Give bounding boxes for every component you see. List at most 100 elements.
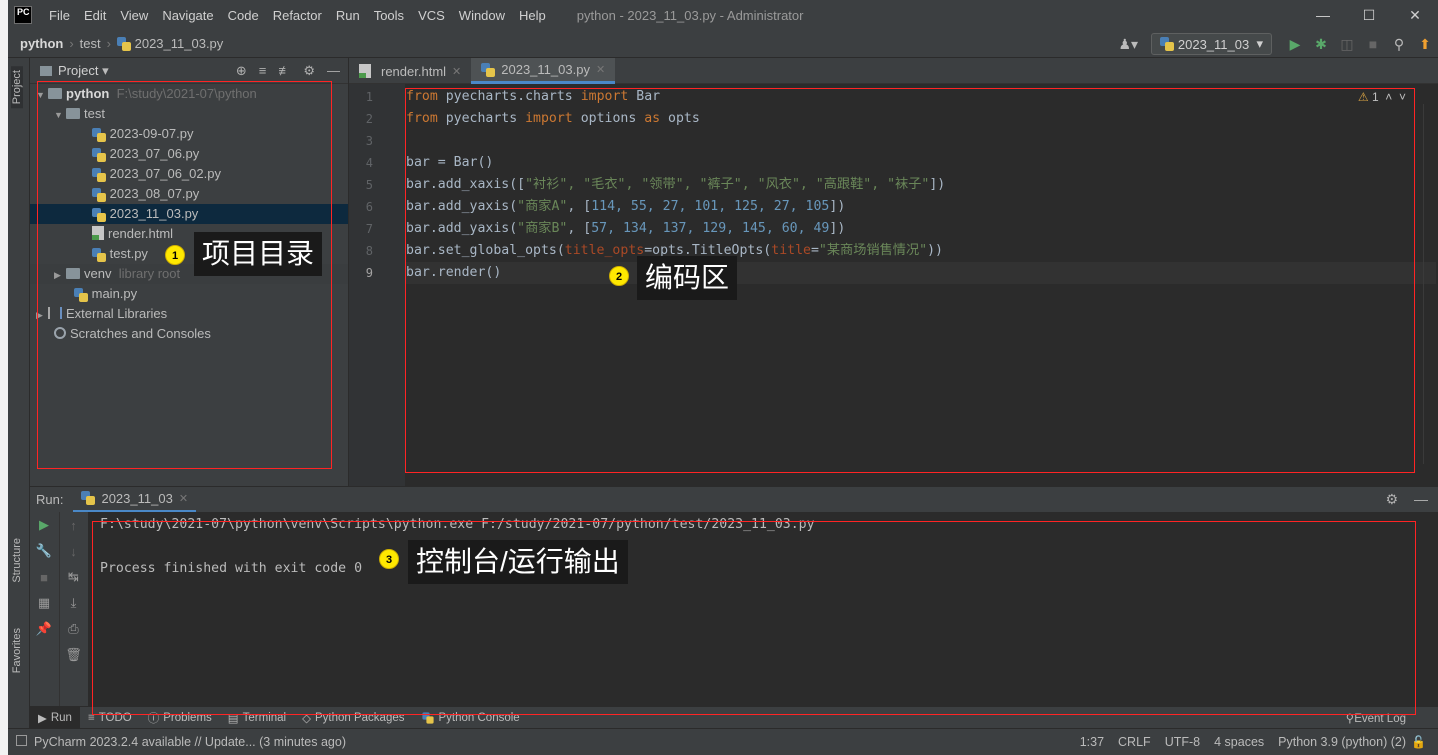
chevron-up-icon[interactable]: ˄	[1385, 90, 1392, 104]
soft-wrap-icon[interactable]: ↹	[60, 564, 87, 590]
tab-project[interactable]: Project	[11, 66, 23, 109]
run-console[interactable]: F:\study\2021-07\python\venv\Scripts\pyt…	[88, 512, 1438, 706]
tree-item-file[interactable]: 2023_08_07.py	[30, 184, 348, 204]
chevron-down-icon[interactable]: ˅	[1399, 90, 1406, 104]
tree-item-file-selected[interactable]: 2023_11_03.py	[30, 204, 348, 224]
chevron-down-icon[interactable]: ▾	[102, 63, 109, 79]
menu-code[interactable]: Code	[221, 8, 266, 23]
indent-setting[interactable]: 4 spaces	[1214, 735, 1264, 749]
menu-edit[interactable]: Edit	[77, 8, 113, 23]
tree-item-root[interactable]: ▼ python F:\study\2021-07\python	[30, 84, 348, 104]
status-bar: PyCharm 2023.2.4 available // Update... …	[8, 728, 1438, 755]
menu-vcs[interactable]: VCS	[411, 8, 452, 23]
code-editor[interactable]: 1 2 3 4 5 6 7 8 9 from pyecharts.charts …	[349, 84, 1438, 486]
layout-icon[interactable]: ▦	[30, 590, 58, 616]
tab-structure[interactable]: Structure	[11, 538, 23, 583]
tab-favorites[interactable]: Favorites	[11, 628, 23, 673]
coverage-icon[interactable]: ◫	[1334, 36, 1360, 53]
user-icon[interactable]: ♟▾	[1115, 36, 1141, 53]
tree-item-file[interactable]: 2023_07_06.py	[30, 144, 348, 164]
run-icon[interactable]: ▶	[1282, 36, 1308, 53]
search-icon[interactable]: ⚲	[1386, 36, 1412, 53]
chevron-down-icon[interactable]: ▼	[54, 105, 66, 125]
layout-toggle-icon[interactable]	[16, 735, 27, 746]
maximize-icon[interactable]: ☐	[1346, 0, 1392, 30]
hide-icon[interactable]: —	[327, 63, 340, 79]
run-tab[interactable]: 2023_11_03 ✕	[73, 487, 197, 513]
close-icon[interactable]: ✕	[179, 492, 188, 505]
menu-refactor[interactable]: Refactor	[266, 8, 329, 23]
locate-icon[interactable]: ⊕	[236, 63, 247, 79]
stop-icon[interactable]: ■	[1360, 36, 1386, 52]
print-icon[interactable]: ⎙	[60, 616, 87, 642]
arrow-up-icon[interactable]: ↑	[60, 512, 87, 538]
project-panel-title[interactable]: Project	[58, 63, 98, 78]
tab-2023-11-03[interactable]: 2023_11_03.py ✕	[471, 58, 616, 84]
collapse-all-icon[interactable]: ≢	[278, 63, 291, 79]
breadcrumb-root[interactable]: python	[20, 36, 63, 51]
expand-all-icon[interactable]: ≡	[259, 63, 267, 79]
breadcrumb-file[interactable]: 2023_11_03.py	[135, 36, 224, 51]
rerun-icon[interactable]: ▶	[30, 512, 58, 538]
run-configuration-select[interactable]: 2023_11_03 ▾	[1151, 33, 1272, 55]
event-log-button[interactable]: ⚲Event Log	[1346, 711, 1438, 725]
code-area[interactable]: from pyecharts.charts import Bar from py…	[406, 84, 1436, 486]
gear-icon[interactable]: ⚙	[1385, 491, 1398, 508]
tab-run[interactable]: ▶ Run	[30, 706, 80, 729]
code-text: pyecharts.charts	[437, 89, 581, 104]
trash-icon[interactable]: 🗑	[60, 642, 87, 668]
tab-todo[interactable]: ≡ TODO	[80, 712, 140, 724]
tree-item-file[interactable]: 2023-09-07.py	[30, 124, 348, 144]
tab-python-console[interactable]: Python Console	[413, 711, 528, 725]
menu-file[interactable]: File	[42, 8, 77, 23]
code-line: bar.add_yaxis("商家A", [114, 55, 27, 101, …	[406, 196, 845, 218]
update-icon[interactable]: ⬆	[1412, 36, 1438, 53]
tree-item-file[interactable]: 2023_07_06_02.py	[30, 164, 348, 184]
status-message[interactable]: PyCharm 2023.2.4 available // Update... …	[34, 735, 346, 749]
tab-terminal[interactable]: ▤ Terminal	[220, 711, 294, 725]
chevron-right-icon[interactable]: ▶	[54, 265, 66, 285]
line-separator[interactable]: CRLF	[1118, 735, 1151, 749]
code-line: bar.add_xaxis(["衬衫", "毛衣", "领带", "裤子", "…	[406, 174, 945, 196]
tree-item-scratches[interactable]: Scratches and Consoles	[30, 324, 348, 344]
menu-help[interactable]: Help	[512, 8, 553, 23]
tree-item-external-libraries[interactable]: ▶ External Libraries	[30, 304, 348, 324]
hide-icon[interactable]: —	[1414, 491, 1428, 508]
tab-problems[interactable]: ⓘ Problems	[140, 710, 220, 726]
chevron-down-icon[interactable]: ▼	[36, 85, 48, 105]
file-label: main.py	[91, 286, 138, 301]
lock-icon[interactable]: 🔓	[1411, 735, 1426, 749]
close-icon[interactable]: ✕	[1392, 0, 1438, 30]
breadcrumb-folder[interactable]: test	[80, 36, 101, 51]
list-icon: ≡	[87, 711, 95, 724]
chevron-right-icon[interactable]: ▶	[36, 305, 48, 325]
close-icon[interactable]: ✕	[596, 63, 605, 76]
folder-label: test	[84, 106, 105, 121]
pin-icon[interactable]: 📌	[30, 616, 58, 642]
scroll-to-end-icon[interactable]: ⤓	[60, 590, 87, 616]
menu-navigate[interactable]: Navigate	[155, 8, 220, 23]
arrow-down-icon[interactable]: ↓	[60, 538, 87, 564]
tree-item-test[interactable]: ▼ test	[30, 104, 348, 124]
python-file-icon	[481, 62, 496, 77]
tree-item-file[interactable]: main.py	[30, 284, 348, 304]
gear-icon[interactable]: ⚙	[303, 63, 315, 79]
menu-tools[interactable]: Tools	[367, 8, 411, 23]
menu-run[interactable]: Run	[329, 8, 367, 23]
menu-view[interactable]: View	[113, 8, 155, 23]
menu-window[interactable]: Window	[452, 8, 512, 23]
code-text: bar.add_xaxis([	[406, 177, 526, 192]
caret-position[interactable]: 1:37	[1080, 735, 1104, 749]
wrench-icon[interactable]: 🔧	[30, 538, 58, 564]
file-encoding[interactable]: UTF-8	[1165, 735, 1200, 749]
stop-icon[interactable]: ■	[30, 564, 58, 590]
play-icon: ▶	[38, 712, 47, 725]
interpreter[interactable]: Python 3.9 (python) (2)	[1278, 735, 1406, 749]
debug-icon[interactable]: ✱	[1308, 36, 1334, 53]
close-icon[interactable]: ✕	[452, 65, 461, 78]
tab-render-html[interactable]: render.html ✕	[349, 58, 471, 84]
minimize-icon[interactable]: —	[1300, 0, 1346, 30]
inspection-widget[interactable]: ⚠ 1 ˄ ˅	[1358, 90, 1406, 104]
tab-python-packages[interactable]: ◇ Python Packages	[294, 711, 412, 725]
code-line: bar.add_yaxis("商家B", [57, 134, 137, 129,…	[406, 218, 845, 240]
